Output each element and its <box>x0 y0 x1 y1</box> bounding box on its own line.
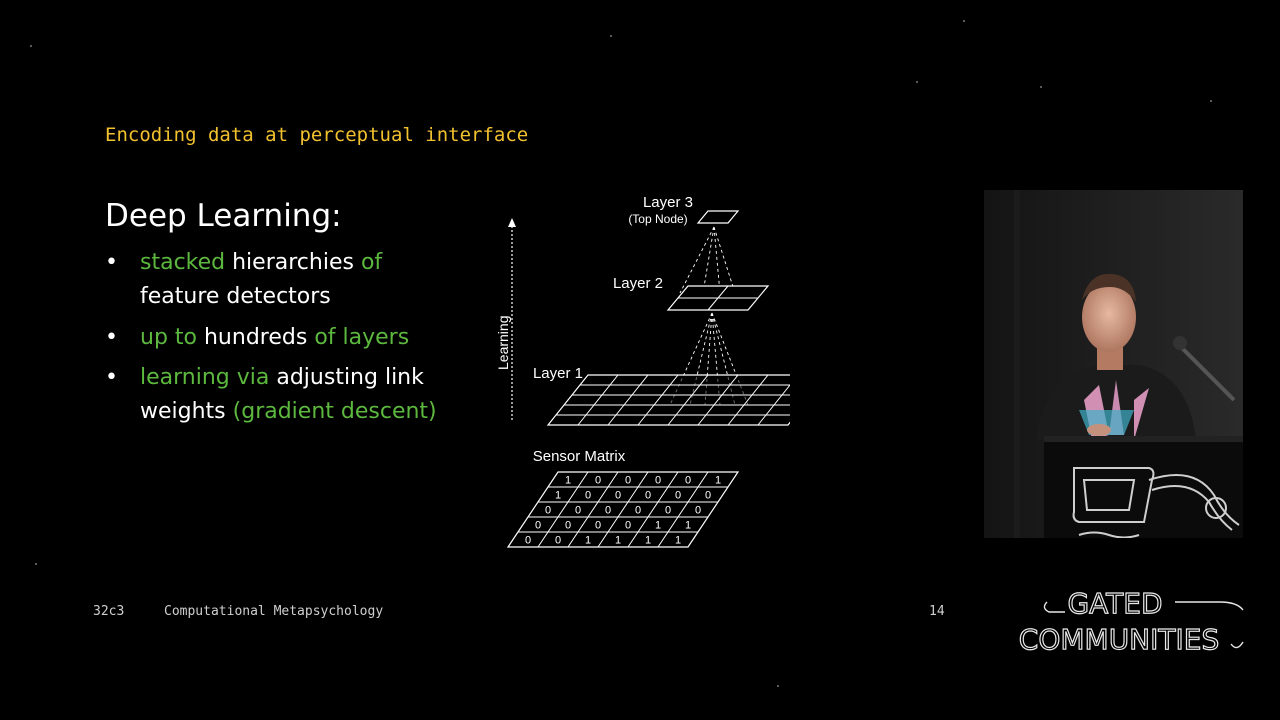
bullet-segment: (gradient descent) <box>232 399 437 424</box>
bullet-segment: of layers <box>314 325 410 350</box>
layer3-sublabel: (Top Node) <box>628 212 687 226</box>
sensor-value: 0 <box>705 490 711 502</box>
bullet-line: feature detectors <box>140 280 382 314</box>
bullet-segment: hierarchies <box>225 250 361 275</box>
sensor-matrix-grid <box>506 471 740 548</box>
sensor-value: 1 <box>555 490 561 502</box>
background-star <box>777 685 779 687</box>
sensor-value: 0 <box>675 490 681 502</box>
deep-learning-diagram: Learning Layer 3 (Top Node) Layer 2 Laye… <box>495 194 790 548</box>
sensor-value: 0 <box>595 475 601 487</box>
background-star <box>610 35 612 37</box>
sensor-value: 0 <box>605 505 611 517</box>
bullet-text: stacked hierarchies of feature detectors <box>140 246 382 314</box>
sensor-value: 0 <box>685 475 691 487</box>
sensor-value: 0 <box>625 475 631 487</box>
bullet-line: weights (gradient descent) <box>140 395 437 429</box>
bullet-segment: adjusting link <box>269 365 424 390</box>
sensor-value: 0 <box>585 490 591 502</box>
bullet-segment: up to <box>140 325 197 350</box>
bullet-line: learning via adjusting link <box>140 361 437 395</box>
background-star <box>916 81 918 83</box>
sensor-value: 0 <box>525 535 531 547</box>
bullet-text: up to hundreds of layers <box>140 321 409 355</box>
sensor-value: 0 <box>645 490 651 502</box>
sensor-value: 0 <box>545 505 551 517</box>
arrow-head-icon <box>508 218 516 227</box>
sensor-matrix-label: Sensor Matrix <box>533 448 626 465</box>
bullet-dot: • <box>105 365 118 390</box>
speaker-video <box>984 190 1243 538</box>
background-star <box>1210 100 1212 102</box>
sensor-value: 0 <box>615 490 621 502</box>
background-star <box>35 563 37 565</box>
bullet-segment: weights <box>140 399 233 424</box>
learning-label: Learning <box>495 316 511 371</box>
sensor-value: 0 <box>665 505 671 517</box>
bullet-text: learning via adjusting link weights (grad… <box>140 361 437 429</box>
footer-event: 32c3 <box>93 604 125 619</box>
layer3-label: Layer 3 <box>643 194 693 211</box>
bullet-segment: of <box>360 250 383 275</box>
sensor-value: 0 <box>535 520 541 532</box>
layer2-label: Layer 2 <box>613 275 663 292</box>
bullet-segment: feature detectors <box>140 284 331 309</box>
slide-heading: Deep Learning: <box>105 198 342 234</box>
presentation-stage: Encoding data at perceptual interface De… <box>0 0 1280 720</box>
sensor-value: 1 <box>715 475 721 487</box>
sensor-value: 1 <box>685 520 691 532</box>
bullet-dot: • <box>105 325 118 350</box>
bullet-line: up to hundreds of layers <box>140 321 409 355</box>
background-star <box>963 20 965 22</box>
sensor-value: 0 <box>555 535 561 547</box>
sensor-value: 0 <box>695 505 701 517</box>
background-star <box>1040 86 1042 88</box>
sensor-value: 1 <box>645 535 651 547</box>
speaker-image <box>984 190 1243 538</box>
page-number: 14 <box>929 604 945 619</box>
logo-line1: GATED <box>1067 587 1162 620</box>
logo-line2: COMMUNITIES <box>1019 623 1219 656</box>
sensor-value: 1 <box>655 520 661 532</box>
bullet-dot: • <box>105 250 118 275</box>
gated-communities-logo: GATED COMMUNITIES <box>1018 586 1244 657</box>
layer2-grid <box>666 285 770 311</box>
sensor-value: 0 <box>595 520 601 532</box>
sensor-value: 1 <box>675 535 681 547</box>
bullet-segment: stacked <box>140 250 226 275</box>
layer1-grid <box>546 374 790 426</box>
footer-talk-title: Computational Metapsychology <box>164 604 384 619</box>
sensor-value: 0 <box>625 520 631 532</box>
slide-title: Encoding data at perceptual interface <box>105 124 529 146</box>
sensor-value: 1 <box>565 475 571 487</box>
sensor-value: 1 <box>585 535 591 547</box>
sensor-value: 0 <box>635 505 641 517</box>
sensor-value: 0 <box>565 520 571 532</box>
bullet-segment: hundreds <box>197 325 315 350</box>
layer3-grid <box>696 210 740 224</box>
bullet-segment: learning via <box>140 365 270 390</box>
sensor-value: 0 <box>655 475 661 487</box>
layer1-label: Layer 1 <box>533 365 583 382</box>
sensor-value: 1 <box>615 535 621 547</box>
background-star <box>30 45 32 47</box>
bullet-line: stacked hierarchies of <box>140 246 382 280</box>
sensor-value: 0 <box>575 505 581 517</box>
